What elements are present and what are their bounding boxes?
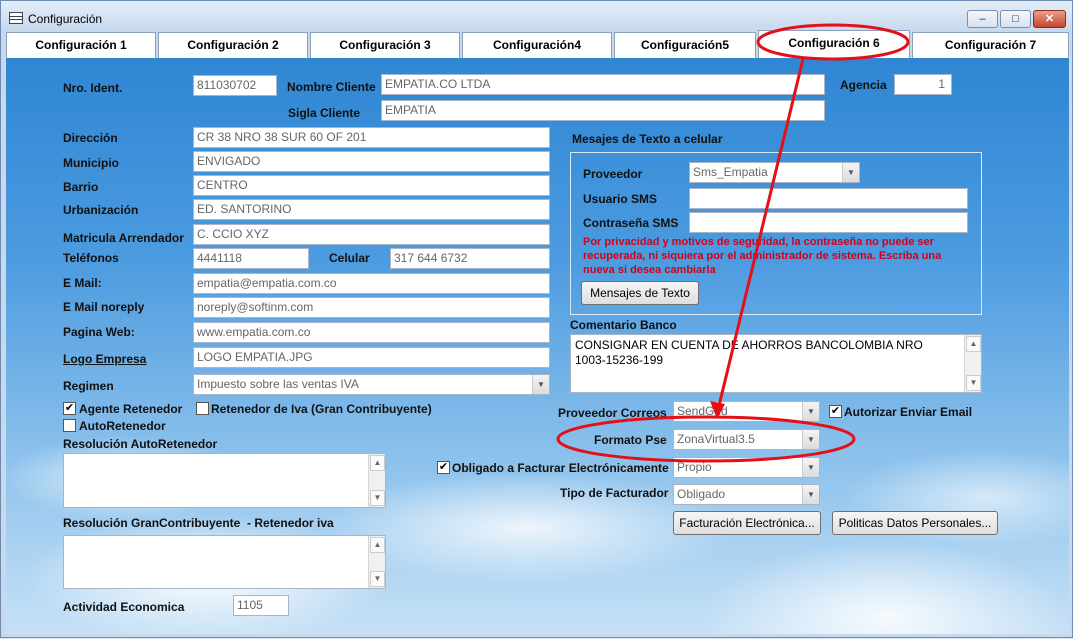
tab-highlight-ellipse [756, 23, 910, 61]
formato-pse-highlight-ellipse [556, 415, 856, 463]
annotation-arrow-line [715, 58, 805, 415]
red-annotation [556, 23, 910, 463]
configuracion-window: Configuración – □ ✕ Configuración 1 Conf… [0, 0, 1073, 638]
